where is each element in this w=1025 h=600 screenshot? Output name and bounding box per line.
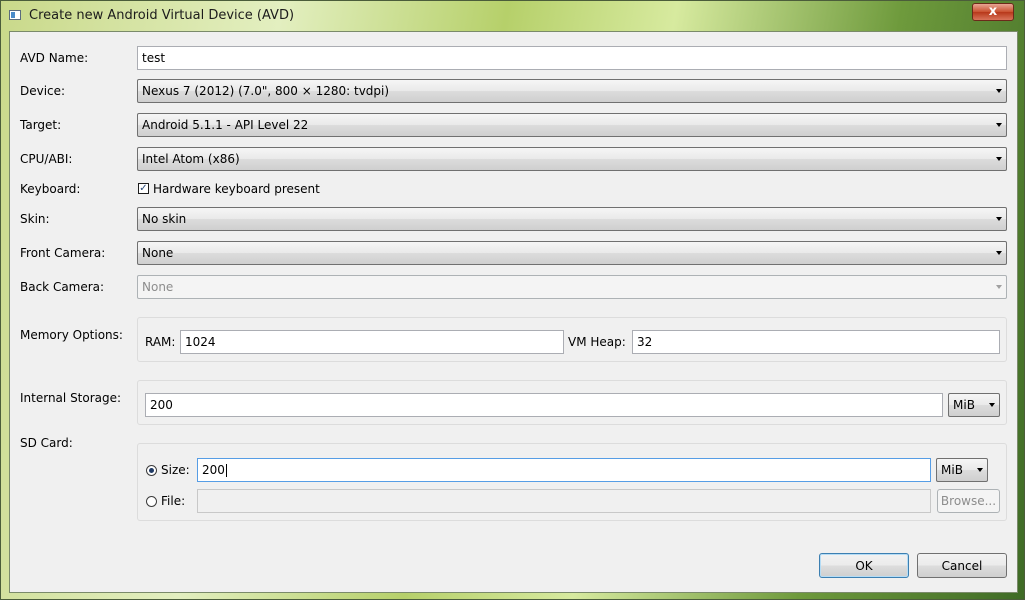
internal-storage-input[interactable]: 200: [145, 393, 943, 417]
internal-storage-label: Internal Storage:: [20, 391, 122, 405]
target-label: Target:: [20, 118, 62, 132]
avd-name-label: AVD Name:: [20, 51, 89, 65]
dialog-body: AVD Name: test Device: Nexus 7 (2012) (7…: [9, 31, 1018, 593]
keyboard-label: Keyboard:: [20, 182, 81, 196]
target-value: Android 5.1.1 - API Level 22: [142, 118, 309, 132]
chevron-down-icon: [996, 251, 1002, 255]
window-title: Create new Android Virtual Device (AVD): [29, 8, 295, 23]
target-select[interactable]: Android 5.1.1 - API Level 22: [137, 113, 1007, 137]
hardware-keyboard-label[interactable]: Hardware keyboard present: [153, 182, 320, 196]
vm-heap-input[interactable]: 32: [632, 330, 1000, 354]
device-value: Nexus 7 (2012) (7.0", 800 × 1280: tvdpi): [142, 84, 390, 98]
back-camera-select[interactable]: None: [137, 275, 1007, 299]
front-camera-value: None: [142, 246, 174, 260]
close-button[interactable]: x: [972, 3, 1014, 21]
ok-button[interactable]: OK: [819, 553, 909, 578]
ram-label: RAM:: [145, 335, 176, 349]
chevron-down-icon: [989, 403, 995, 407]
front-camera-label: Front Camera:: [20, 246, 106, 260]
text-caret: [225, 463, 227, 477]
avd-name-value: test: [142, 51, 166, 65]
chevron-down-icon: [996, 285, 1002, 289]
browse-button[interactable]: Browse...: [937, 489, 1000, 513]
chevron-down-icon: [996, 217, 1002, 221]
cancel-button-label: Cancel: [941, 558, 983, 573]
avd-dialog-window: Create new Android Virtual Device (AVD) …: [0, 0, 1025, 600]
front-camera-select[interactable]: None: [137, 241, 1007, 265]
sd-size-unit-select[interactable]: MiB: [936, 458, 988, 482]
cancel-button[interactable]: Cancel: [917, 553, 1007, 578]
close-icon: x: [988, 4, 998, 19]
internal-storage-unit-value: MiB: [953, 398, 975, 412]
sd-card-group: Size: 200 MiB File: Browse...: [137, 443, 1007, 521]
skin-value: No skin: [142, 212, 187, 226]
sd-size-label[interactable]: Size:: [161, 463, 190, 477]
sd-size-radio[interactable]: [146, 465, 157, 476]
title-bar[interactable]: Create new Android Virtual Device (AVD) …: [1, 1, 1024, 31]
chevron-down-icon: [996, 157, 1002, 161]
sd-card-label: SD Card:: [20, 436, 73, 450]
internal-storage-group: 200 MiB: [137, 380, 1007, 425]
browse-button-label: Browse...: [940, 494, 997, 508]
cpu-abi-label: CPU/ABI:: [20, 152, 73, 166]
back-camera-label: Back Camera:: [20, 280, 105, 294]
avd-name-input[interactable]: test: [137, 46, 1007, 70]
internal-storage-value: 200: [150, 398, 173, 412]
device-select[interactable]: Nexus 7 (2012) (7.0", 800 × 1280: tvdpi): [137, 79, 1007, 103]
chevron-down-icon: [996, 89, 1002, 93]
sd-size-value: 200: [202, 463, 225, 477]
back-camera-value: None: [142, 280, 174, 294]
ok-button-label: OK: [855, 558, 873, 573]
skin-select[interactable]: No skin: [137, 207, 1007, 231]
ram-value: 1024: [185, 335, 216, 349]
sd-size-unit-value: MiB: [941, 463, 963, 477]
ram-input[interactable]: 1024: [180, 330, 564, 354]
vm-heap-label: VM Heap:: [568, 335, 626, 349]
sd-file-input[interactable]: [197, 489, 931, 513]
cpu-abi-select[interactable]: Intel Atom (x86): [137, 147, 1007, 171]
sd-file-radio[interactable]: [146, 496, 157, 507]
cpu-abi-value: Intel Atom (x86): [142, 152, 240, 166]
chevron-down-icon: [996, 123, 1002, 127]
device-label: Device:: [20, 84, 66, 98]
sd-file-label[interactable]: File:: [161, 494, 185, 508]
internal-storage-unit-select[interactable]: MiB: [948, 393, 1000, 417]
chevron-down-icon: [977, 468, 983, 472]
vm-heap-value: 32: [637, 335, 653, 349]
memory-options-group: RAM: 1024 VM Heap: 32: [137, 317, 1007, 362]
sd-size-input[interactable]: 200: [197, 458, 931, 482]
window-icon: [9, 10, 21, 20]
hardware-keyboard-checkbox[interactable]: ✓: [138, 183, 149, 194]
memory-options-label: Memory Options:: [20, 328, 123, 342]
skin-label: Skin:: [20, 212, 50, 226]
